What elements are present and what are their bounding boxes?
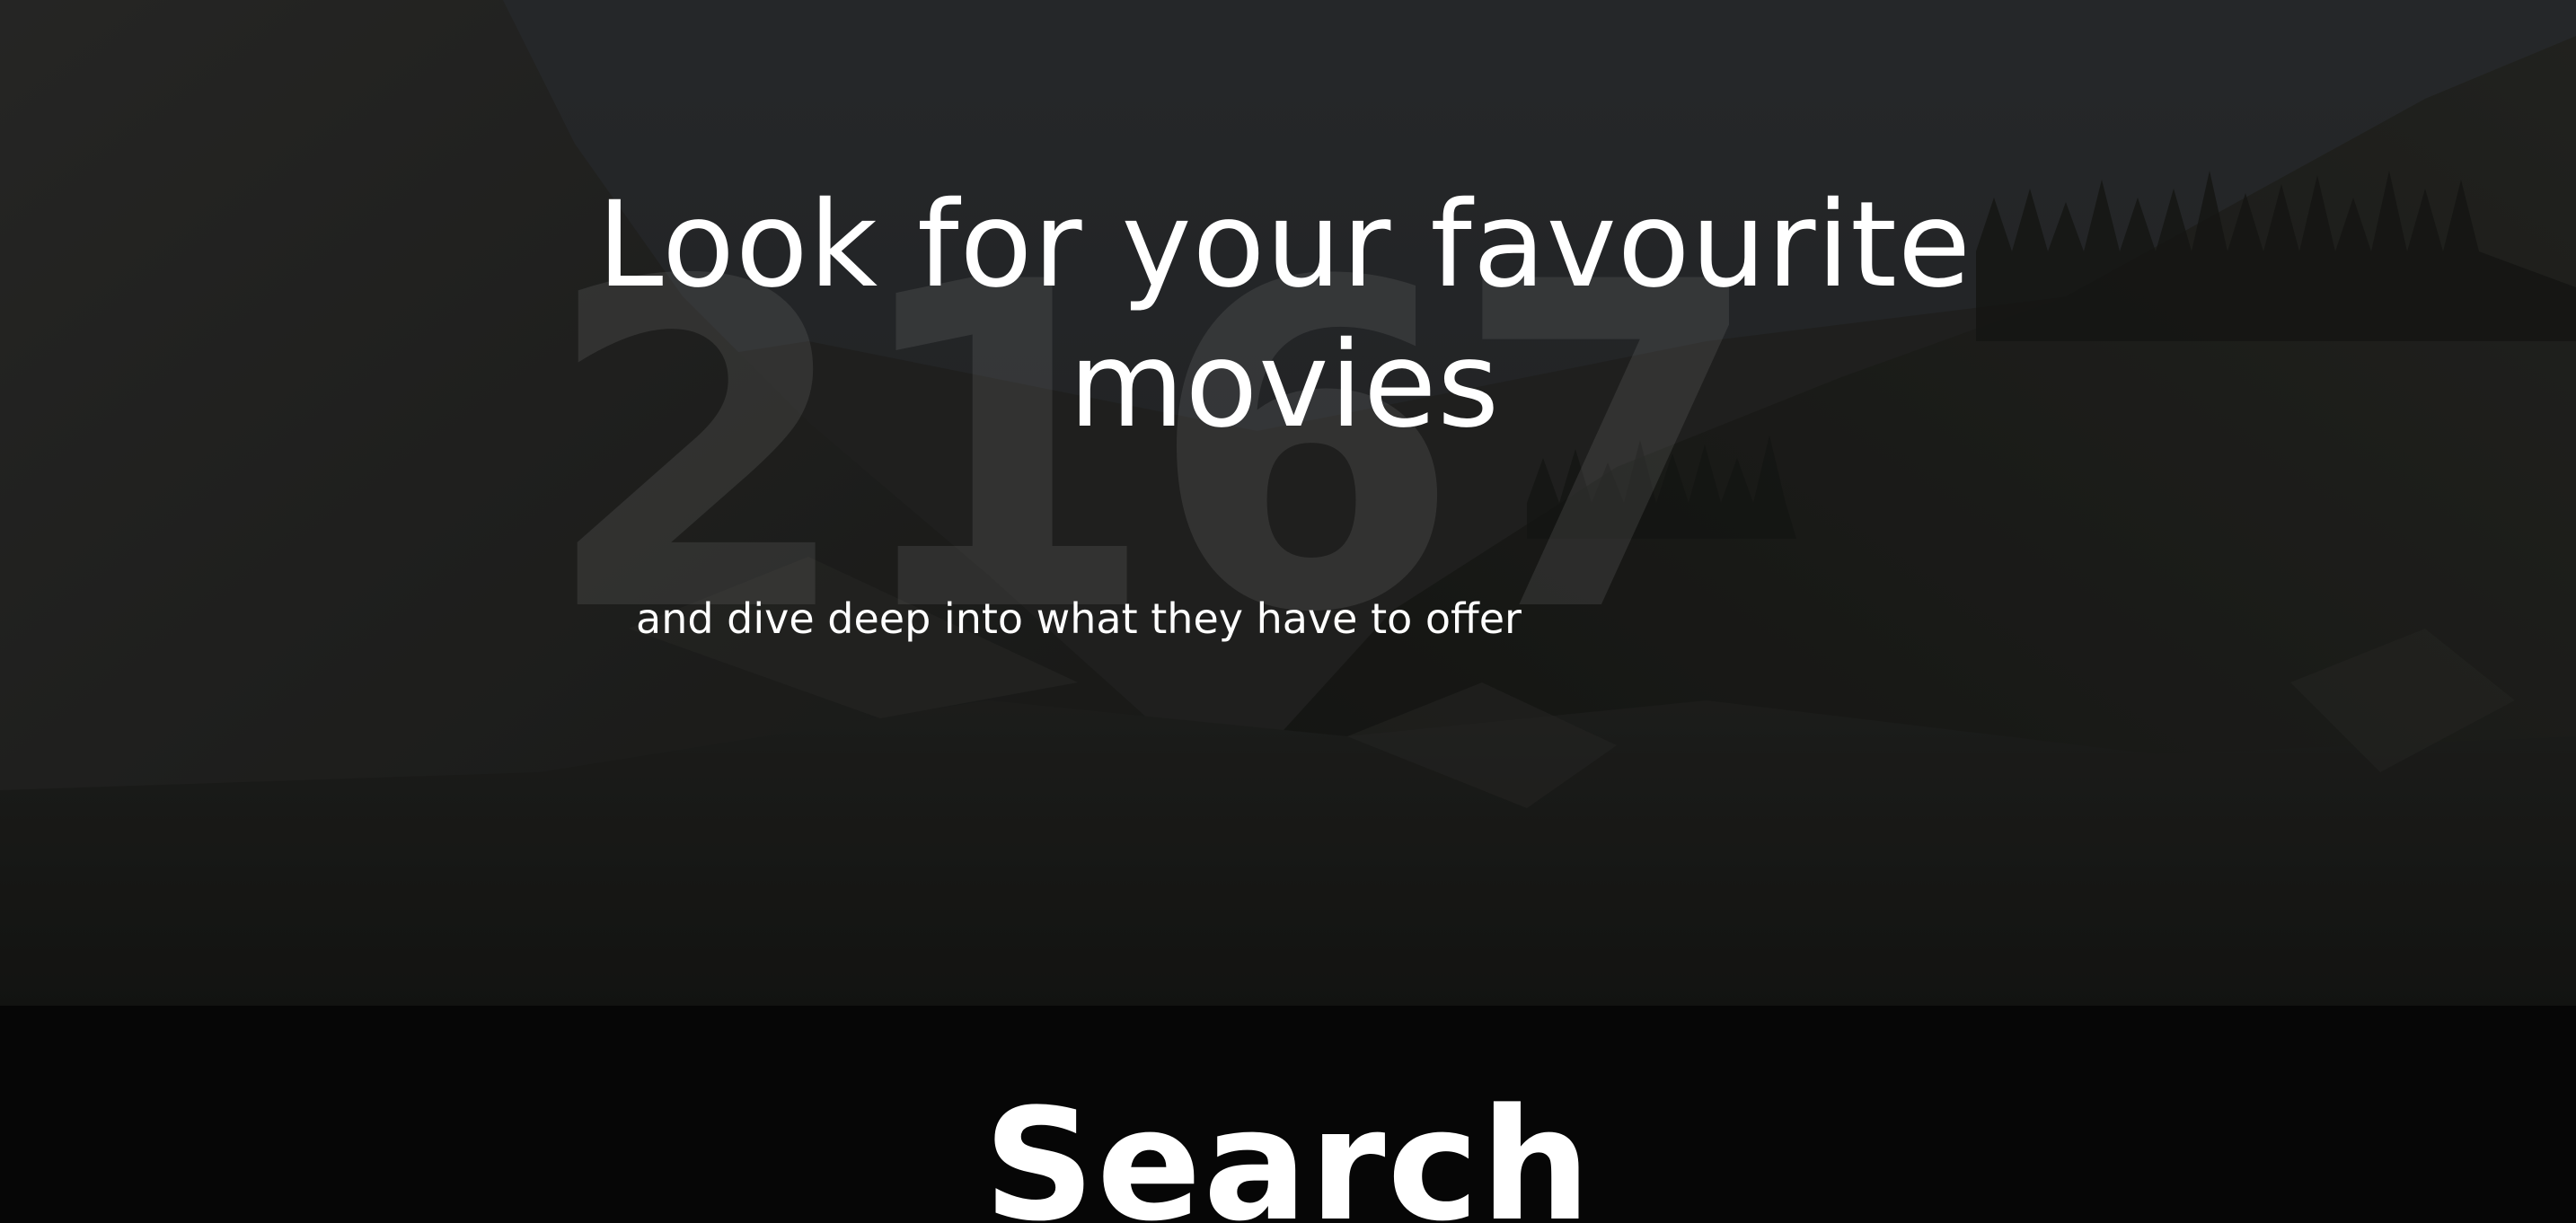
search-heading: Search — [984, 1075, 1592, 1223]
search-section: Search — [0, 1006, 2576, 1223]
hero-section: 2167 Look for your favourite movies and … — [0, 0, 2576, 1006]
page: 2167 Look for your favourite movies and … — [0, 0, 2576, 1223]
hero-subtitle: and dive deep into what they have to off… — [636, 594, 1522, 643]
hero-title: Look for your favourite movies — [596, 176, 1972, 454]
